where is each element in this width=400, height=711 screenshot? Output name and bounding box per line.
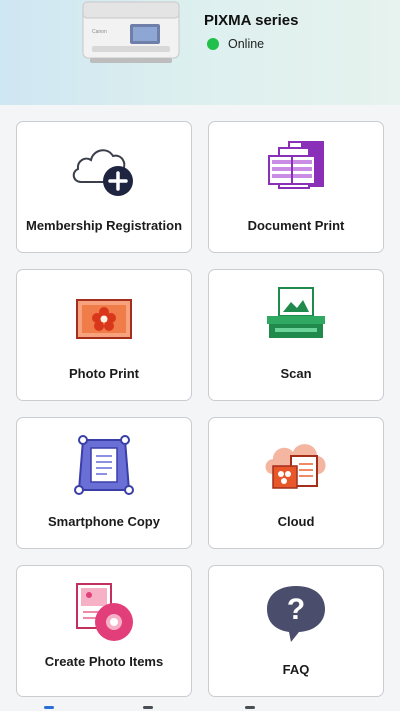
tile-label: Smartphone Copy [48, 514, 160, 529]
menu-tab-icon[interactable] [245, 706, 255, 709]
tile-label: FAQ [282, 662, 310, 677]
cloud-plus-icon [72, 149, 133, 196]
printer-header[interactable]: Canon PIXMA series Online [0, 0, 400, 105]
tile-label: Create Photo Items [44, 654, 164, 669]
tile-label: Scan [280, 366, 312, 381]
tile-label: Membership Registration [25, 218, 183, 233]
smartphone-copy-icon [74, 435, 134, 495]
tile-label: Cloud [277, 514, 315, 529]
scan-icon [267, 287, 325, 338]
online-status-dot [207, 38, 219, 50]
tile-photo-print[interactable]: Photo Print [16, 269, 192, 401]
tile-label: Document Print [247, 218, 345, 233]
feature-grid: Membership Registration Document Print P… [0, 105, 400, 711]
tile-document-print[interactable]: Document Print [208, 121, 384, 253]
tile-membership-registration[interactable]: Membership Registration [16, 121, 192, 253]
status-text: Online [228, 37, 265, 51]
tile-cloud[interactable]: Cloud [208, 417, 384, 549]
document-print-icon [268, 141, 324, 189]
tile-smartphone-copy[interactable]: Smartphone Copy [16, 417, 192, 549]
home-tab-icon[interactable] [44, 706, 54, 709]
printer-status: Online [207, 37, 264, 51]
printer-name: PIXMA series [204, 12, 299, 29]
bottom-navigation [0, 703, 400, 711]
tile-scan[interactable]: Scan [208, 269, 384, 401]
tile-label: Photo Print [68, 366, 140, 381]
faq-icon: ? [267, 586, 325, 642]
tile-faq[interactable]: ? FAQ [208, 565, 384, 697]
nav-tab-icon[interactable] [143, 706, 153, 709]
tile-create-photo-items[interactable]: Create Photo Items [16, 565, 192, 697]
photo-print-icon [76, 299, 132, 339]
svg-text:Canon: Canon [92, 29, 107, 35]
svg-text:?: ? [287, 593, 305, 626]
cloud-icon [265, 444, 326, 489]
printer-image: Canon [82, 1, 180, 63]
create-photo-items-icon [76, 583, 133, 641]
